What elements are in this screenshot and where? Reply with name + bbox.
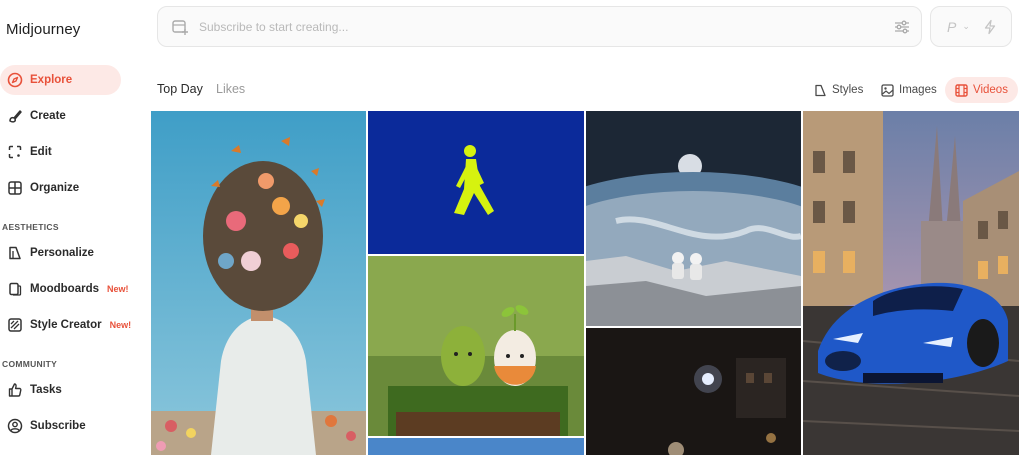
brush-icon xyxy=(6,108,23,125)
sidebar-item-label: Edit xyxy=(30,146,52,158)
sidebar-item-edit[interactable]: Edit xyxy=(0,137,140,167)
compass-icon xyxy=(6,72,23,89)
gallery-image-butterfly-head[interactable] xyxy=(151,111,366,455)
sidebar-item-label: Personalize xyxy=(30,247,94,259)
sidebar-item-label: Subscribe xyxy=(30,420,86,432)
lightning-icon[interactable] xyxy=(982,19,998,35)
sidebar-item-label: Tasks xyxy=(30,384,62,396)
add-image-icon[interactable] xyxy=(171,18,189,36)
style-creator-icon xyxy=(6,317,23,334)
sidebar-item-label: Explore xyxy=(30,74,73,86)
sidebar-item-label: Create xyxy=(30,110,66,122)
section-label-aesthetics: AESTHETICS xyxy=(2,222,59,232)
sidebar-item-moodboards[interactable]: Moodboards New! xyxy=(0,274,140,304)
view-label: Styles xyxy=(832,84,864,96)
view-videos-button[interactable]: Videos xyxy=(945,77,1018,103)
sidebar-item-tasks[interactable]: Tasks xyxy=(0,375,140,405)
gallery-image-felt-creatures[interactable] xyxy=(368,256,584,436)
video-icon xyxy=(955,83,968,97)
profile-selector[interactable]: P ⌄ xyxy=(930,6,1012,47)
tab-likes[interactable]: Likes xyxy=(216,82,245,96)
gallery-image-walking-figure[interactable] xyxy=(368,111,584,254)
chevron-down-icon: ⌄ xyxy=(962,21,970,31)
tab-top-day[interactable]: Top Day xyxy=(157,82,203,96)
view-images-button[interactable]: Images xyxy=(871,77,947,103)
view-styles-button[interactable]: Styles xyxy=(804,77,873,103)
sidebar-item-label: Style Creator xyxy=(30,319,102,331)
section-label-community: COMMUNITY xyxy=(2,359,58,369)
sidebar-item-create[interactable]: Create xyxy=(0,101,140,131)
sidebar-item-explore[interactable]: Explore xyxy=(0,65,121,95)
settings-sliders-icon[interactable] xyxy=(893,18,911,36)
new-badge: New! xyxy=(109,320,132,330)
moodboard-icon xyxy=(6,281,23,298)
sidebar: Midjourney Explore Create Edit Organize … xyxy=(0,0,148,455)
gallery-image-partial[interactable] xyxy=(368,438,584,455)
thumbs-up-icon xyxy=(6,382,23,399)
user-circle-icon xyxy=(6,418,23,435)
image-icon xyxy=(881,83,894,97)
gallery-image-earth-moon[interactable] xyxy=(586,111,801,326)
view-label: Images xyxy=(899,84,937,96)
sidebar-item-subscribe[interactable]: Subscribe xyxy=(0,411,140,441)
gallery-image-blue-car[interactable] xyxy=(803,111,1019,455)
sidebar-item-label: Moodboards xyxy=(30,283,99,295)
new-badge: New! xyxy=(107,284,129,294)
view-label: Videos xyxy=(973,84,1008,96)
sidebar-item-style-creator[interactable]: Style Creator New! xyxy=(0,310,140,340)
app-logo-title[interactable]: Midjourney xyxy=(6,21,80,38)
sidebar-item-organize[interactable]: Organize xyxy=(0,173,140,203)
gallery-image-night-scene[interactable] xyxy=(586,328,801,455)
styles-icon xyxy=(814,84,827,97)
prompt-bar xyxy=(157,6,922,47)
sidebar-item-personalize[interactable]: Personalize xyxy=(0,238,140,268)
grid-icon xyxy=(6,180,23,197)
sidebar-item-label: Organize xyxy=(30,182,80,194)
prompt-input[interactable] xyxy=(199,19,879,34)
profile-initial: P xyxy=(947,18,957,35)
edit-frame-icon xyxy=(6,144,23,161)
personalize-icon xyxy=(6,245,23,262)
